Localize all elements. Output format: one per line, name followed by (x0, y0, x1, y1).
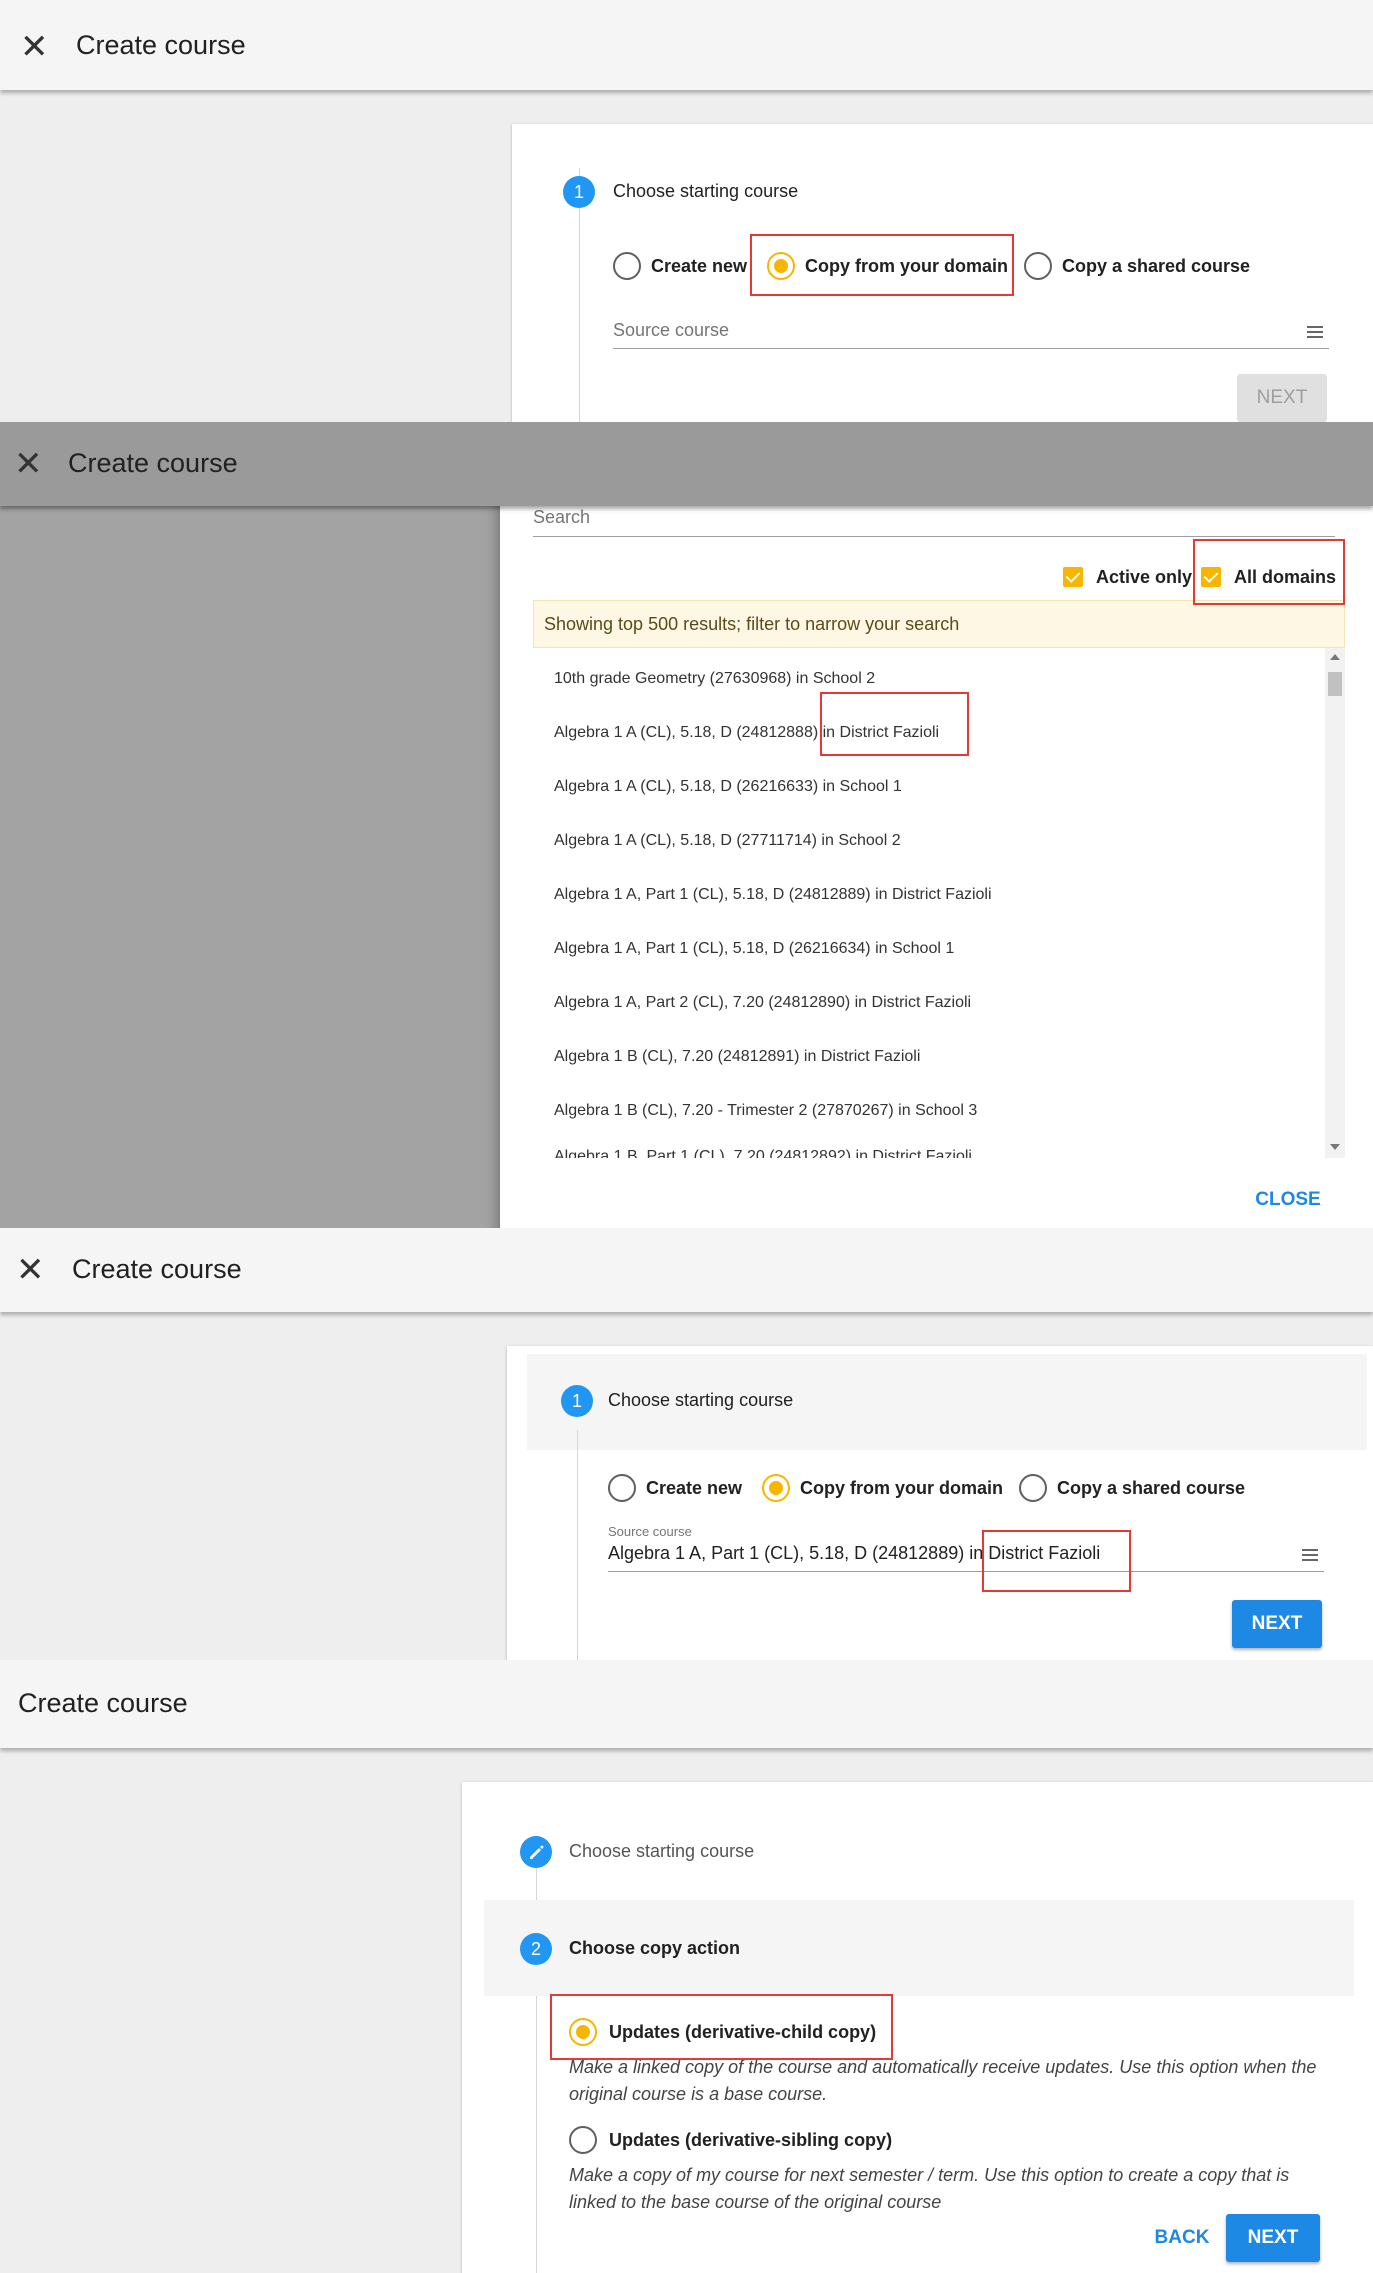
panel-copy-action: Create course Choose starting course 2 C… (0, 1660, 1373, 2273)
page-title: Create course (76, 30, 246, 60)
radio-copy-shared[interactable] (1019, 1474, 1047, 1502)
back-button[interactable]: BACK (1142, 2214, 1222, 2262)
close-icon[interactable]: ✕ (16, 1253, 45, 1287)
list-item[interactable]: Algebra 1 B (CL), 7.20 - Trimester 2 (27… (554, 1102, 977, 1120)
pencil-icon (530, 1845, 544, 1859)
list-item[interactable]: Algebra 1 B, Part 1 (CL), 7.20 (24812892… (554, 1148, 972, 1158)
radio-create-new[interactable] (608, 1474, 636, 1502)
radio-label: Updates (derivative-sibling copy) (609, 2130, 893, 2150)
app-bar: Create course (0, 1660, 1373, 1748)
banner-text: Showing top 500 results; filter to narro… (544, 614, 960, 634)
next-button[interactable]: NEXT (1237, 374, 1327, 422)
search-input[interactable]: Search (533, 507, 590, 528)
menu-icon[interactable] (1307, 326, 1323, 338)
step-number: 1 (563, 176, 595, 208)
scrollbar[interactable] (1325, 648, 1345, 1158)
radio-label: Copy a shared course (1057, 1478, 1246, 1498)
app-bar: ✕ Create course (0, 1228, 1373, 1312)
radio-copy-from-domain[interactable] (762, 1474, 790, 1502)
radio-copy-shared[interactable] (1024, 252, 1052, 280)
input-underline (613, 348, 1329, 349)
next-button[interactable]: NEXT (1226, 2214, 1320, 2262)
option-description: Make a linked copy of the course and aut… (569, 2057, 1317, 2104)
panel-source-selected: ✕ Create course 1 Choose starting course… (0, 1228, 1373, 1660)
step-edit-icon (520, 1836, 552, 1868)
list-item[interactable]: Algebra 1 B (CL), 7.20 (24812891) in Dis… (554, 1048, 920, 1066)
stepper-card: 1 Choose starting course Create new Copy… (507, 1346, 1373, 1660)
source-course-label: Source course (608, 1524, 692, 1539)
radio-label: Create new (651, 256, 748, 276)
step-label: Choose starting course (569, 1841, 755, 1861)
active-only-label: Active only (1096, 567, 1193, 587)
search-underline (533, 536, 1335, 537)
scrollbar-thumb[interactable] (1328, 672, 1342, 696)
panel-select-source: ✕ Create course 1 Choose starting course… (0, 0, 1373, 422)
radio-label: Create new (646, 1478, 743, 1498)
highlight-box (750, 234, 1014, 296)
active-only-checkbox[interactable] (1063, 567, 1083, 587)
scroll-down-icon[interactable] (1330, 1144, 1340, 1150)
list-item[interactable]: Algebra 1 A (CL), 5.18, D (26216633) in … (554, 778, 902, 796)
close-icon[interactable]: ✕ (20, 30, 49, 64)
highlight-box (982, 1530, 1131, 1592)
step-connector (536, 1996, 537, 2273)
list-item[interactable]: Algebra 1 A, Part 1 (CL), 5.18, D (26216… (554, 940, 954, 958)
close-button[interactable]: CLOSE (1243, 1182, 1333, 1218)
page-title: Create course (68, 448, 238, 478)
list-item[interactable]: Algebra 1 A, Part 1 (CL), 5.18, D (24812… (554, 886, 992, 904)
list-item[interactable]: Algebra 1 A (CL), 5.18, D (27711714) in … (554, 832, 901, 850)
app-bar: ✕ Create course (0, 0, 1373, 90)
step-number: 2 (520, 1933, 552, 1965)
highlight-box (1193, 539, 1345, 605)
page-title: Create course (72, 1254, 242, 1284)
input-underline (608, 1571, 1324, 1572)
radio-label: Copy from your domain (800, 1478, 1004, 1498)
step-label: Choose copy action (569, 1938, 741, 1958)
step-number: 1 (561, 1385, 593, 1417)
option-description: Make a copy of my course for next semest… (569, 2165, 1290, 2212)
radio-create-new[interactable] (613, 252, 641, 280)
source-course-input[interactable]: Source course (613, 320, 729, 341)
radio-label: Copy a shared course (1062, 256, 1251, 276)
highlight-box (550, 1994, 893, 2060)
close-icon[interactable]: ✕ (14, 447, 43, 481)
app-bar-dimmed: ✕ Create course (0, 422, 1373, 506)
list-item[interactable]: 10th grade Geometry (27630968) in School… (554, 670, 875, 688)
highlight-box (820, 692, 969, 756)
panel-course-picker: ✕ Create course Search Active only All d… (0, 422, 1373, 1228)
results-banner: Showing top 500 results; filter to narro… (533, 600, 1345, 648)
step-label: Choose starting course (608, 1390, 794, 1410)
step-connector (577, 1430, 578, 1660)
page-title: Create course (18, 1688, 188, 1718)
next-button[interactable]: NEXT (1232, 1600, 1322, 1648)
radio-derivative-sibling[interactable] (569, 2126, 597, 2154)
scroll-up-icon[interactable] (1330, 654, 1340, 660)
menu-icon[interactable] (1302, 1549, 1318, 1561)
step-label: Choose starting course (613, 181, 799, 201)
list-item[interactable]: Algebra 1 A, Part 2 (CL), 7.20 (24812890… (554, 994, 971, 1012)
